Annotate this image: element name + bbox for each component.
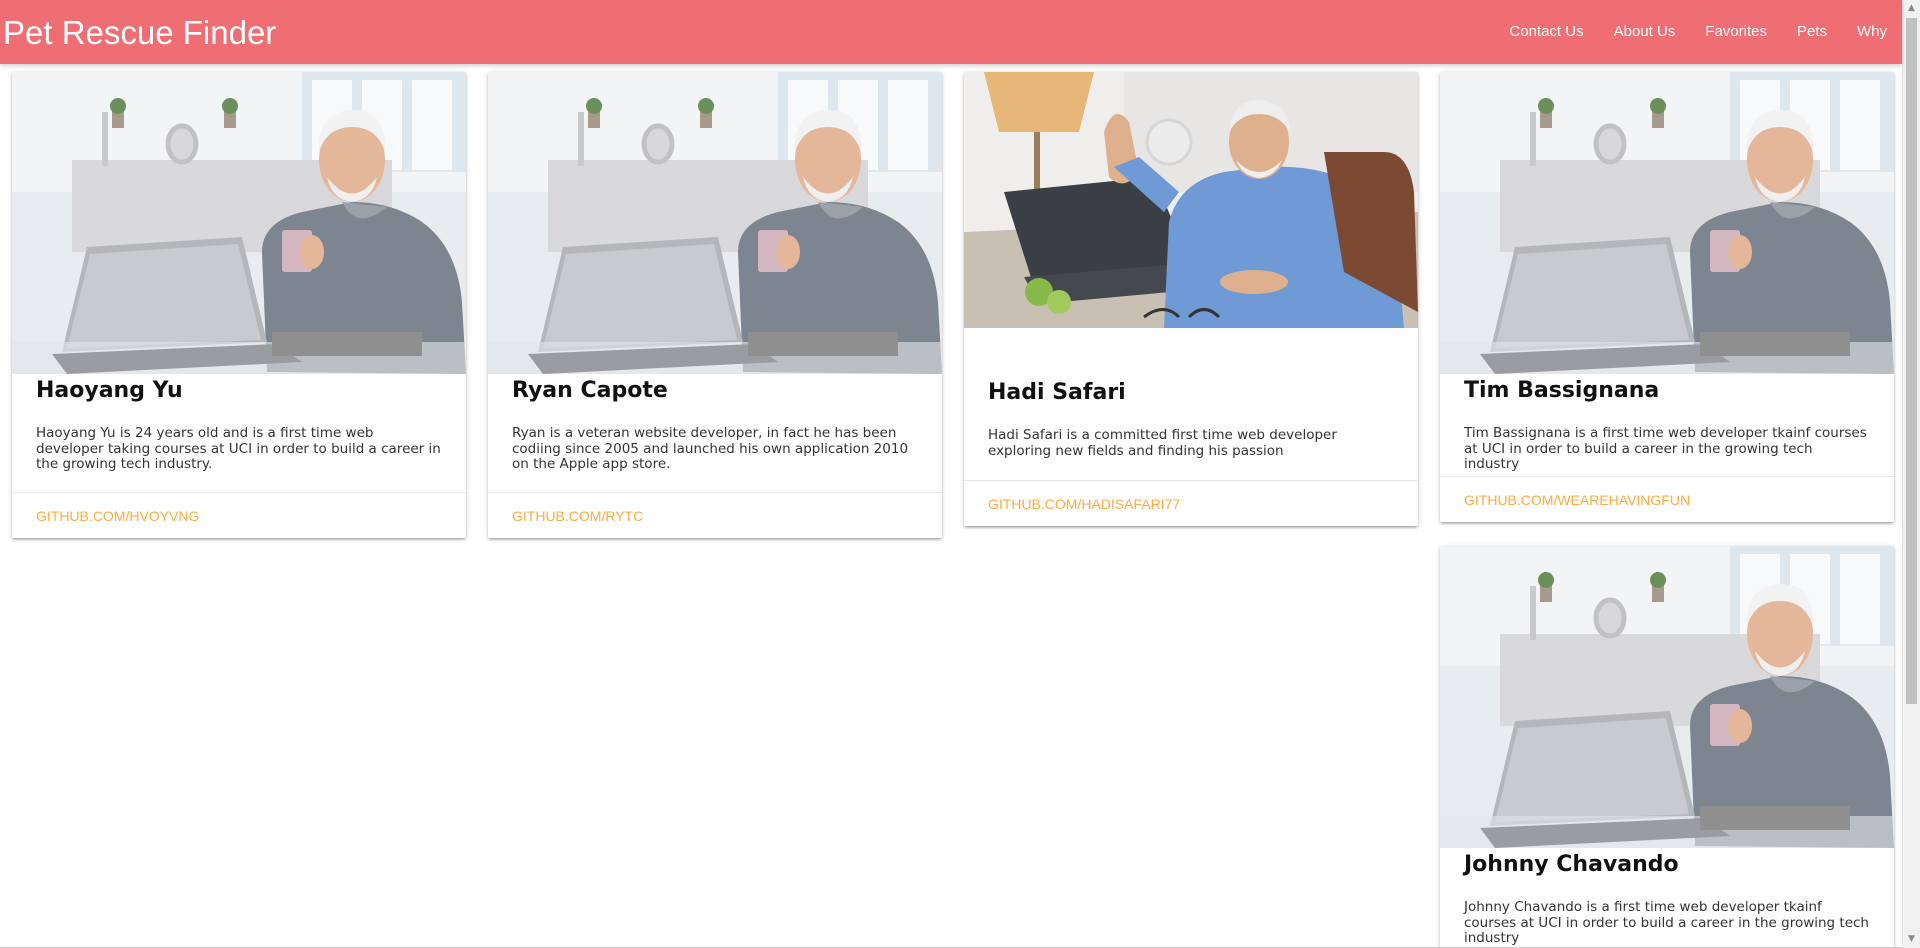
profile-photo [1440,546,1894,848]
card-content: Hadi Safari Hadi Safari is a committed f… [964,328,1418,480]
card-title: Haoyang Yu [36,378,183,403]
card-description: Johnny Chavando is a first time web deve… [1464,899,1869,946]
profile-photo [964,72,1418,328]
scroll-up-arrow-icon[interactable]: ▲ [1903,0,1920,17]
profile-photo [488,72,942,374]
card-action: GITHUB.COM/HADISAFARI77 [964,480,1418,526]
card-content: Johnny Chavando Johnny Chavando is a fir… [1440,848,1894,947]
github-link[interactable]: GITHUB.COM/RYTC [512,508,643,524]
card-content: Ryan Capote Ryan is a veteran website de… [488,374,942,492]
card-content: Tim Bassignana Tim Bassignana is a first… [1440,374,1894,476]
card-description: Tim Bassignana is a first time web devel… [1464,425,1867,472]
team-card: Haoyang Yu Haoyang Yu is 24 years old an… [12,72,466,538]
card-action: GITHUB.COM/RYTC [488,492,942,538]
team-card: Johnny Chavando Johnny Chavando is a fir… [1440,546,1894,948]
card-description: Ryan is a veteran website developer, in … [512,425,909,472]
card-description: Haoyang Yu is 24 years old and is a firs… [36,425,441,472]
nav-links: Contact Us About Us Favorites Pets Why [1494,0,1902,64]
nav-link-pets[interactable]: Pets [1782,0,1842,64]
team-card: Hadi Safari Hadi Safari is a committed f… [964,72,1418,526]
nav-link-why[interactable]: Why [1842,0,1902,64]
profile-photo [1440,72,1894,374]
navbar: Pet Rescue Finder Contact Us About Us Fa… [0,0,1902,64]
card-title: Ryan Capote [512,378,668,403]
card-content: Haoyang Yu Haoyang Yu is 24 years old an… [12,374,466,492]
card-title: Tim Bassignana [1464,378,1660,403]
github-link[interactable]: GITHUB.COM/WEAREHAVINGFUN [1464,492,1690,508]
profile-photo [12,72,466,374]
nav-link-contact-us[interactable]: Contact Us [1494,0,1598,64]
scroll-down-arrow-icon[interactable]: ▼ [1903,931,1920,948]
nav-link-about-us[interactable]: About Us [1599,0,1691,64]
github-link[interactable]: GITHUB.COM/HADISAFARI77 [988,496,1180,512]
team-card: Ryan Capote Ryan is a veteran website de… [488,72,942,538]
card-action: GITHUB.COM/WEAREHAVINGFUN [1440,476,1894,522]
nav-link-favorites[interactable]: Favorites [1690,0,1782,64]
card-description: Hadi Safari is a committed first time we… [988,427,1337,459]
brand-logo[interactable]: Pet Rescue Finder [3,0,276,64]
card-title: Hadi Safari [988,380,1126,405]
github-link[interactable]: GITHUB.COM/HVOYVNG [36,508,199,524]
scrollbar-thumb[interactable] [1906,18,1917,704]
card-action: GITHUB.COM/HVOYVNG [12,492,466,538]
team-card: Tim Bassignana Tim Bassignana is a first… [1440,72,1894,522]
card-title: Johnny Chavando [1464,852,1679,877]
vertical-scrollbar[interactable]: ▲ ▼ [1902,0,1920,948]
